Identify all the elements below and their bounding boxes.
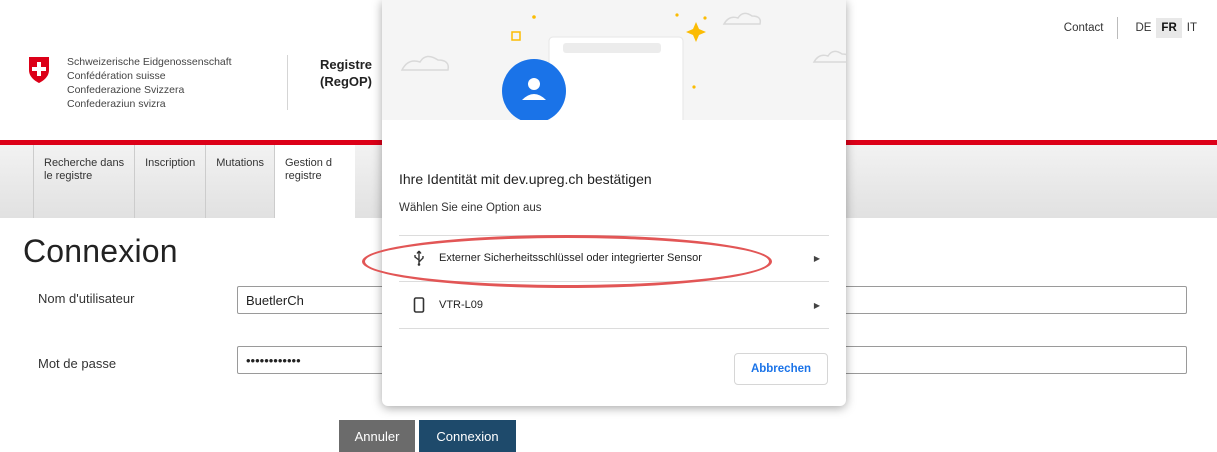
usb-icon [399,250,439,266]
header-divider [287,55,288,110]
confederation-de: Schweizerische Eidgenossenschaft [67,56,232,68]
page-title: Connexion [23,233,178,269]
app-title-line-2: (RegOP) [320,74,372,89]
nav-item-label: Mutations [216,157,264,169]
app-title: Registre (RegOP) [320,56,372,90]
password-label: Mot de passe [38,356,117,371]
phone-icon [399,297,439,313]
cancel-button[interactable]: Annuler [339,420,415,452]
chevron-right-icon: ▶ [813,253,821,263]
nav-item-label: le registre [44,170,93,182]
confederation-names: Schweizerische Eidgenossenschaft Confédé… [67,55,232,111]
confederation-it: Confederazione Svizzera [67,84,185,96]
confederation-rm: Confederaziun svizra [67,98,166,110]
option-divider [399,281,829,282]
top-links: Contact DE FR IT [1064,17,1202,39]
nav-item-label: Recherche dans [44,157,125,169]
contact-link[interactable]: Contact [1064,17,1119,39]
login-button[interactable]: Connexion [419,420,516,452]
confederation-fr: Confédération suisse [67,70,166,82]
option-label: Externer Sicherheitsschlüssel oder integ… [439,252,702,264]
main-nav: Recherche dans le registre Inscription M… [33,145,355,218]
nav-item-label: Inscription [145,157,196,169]
identity-dialog: Ihre Identität mit dev.upreg.ch bestätig… [382,0,846,406]
lang-de[interactable]: DE [1130,18,1156,38]
username-label: Nom d'utilisateur [38,291,135,306]
dialog-subtitle: Wählen Sie eine Option aus [399,202,542,214]
nav-item-mutations[interactable]: Mutations [205,145,274,218]
chevron-right-icon: ▶ [813,300,821,310]
nav-item-inscription[interactable]: Inscription [134,145,205,218]
nav-item-label: registre [284,170,322,182]
nav-item-search-register[interactable]: Recherche dans le registre [33,145,134,218]
app-title-line-1: Registre [320,57,373,72]
dialog-cancel-button[interactable]: Abbrechen [734,353,828,385]
dialog-illustration [382,0,846,120]
dialog-title: Ihre Identität mit dev.upreg.ch bestätig… [399,171,652,187]
option-phone[interactable]: VTR-L09 ▶ [399,283,829,327]
option-label: VTR-L09 [439,299,484,311]
option-security-key[interactable]: Externer Sicherheitsschlüssel oder integ… [399,236,829,280]
nav-item-label: Gestion d [284,157,333,169]
lang-fr[interactable]: FR [1156,18,1182,38]
nav-item-register-management[interactable]: Gestion d registre [273,145,355,218]
swiss-crest-icon [29,57,49,83]
lang-it[interactable]: IT [1182,18,1202,38]
option-divider [399,328,829,329]
